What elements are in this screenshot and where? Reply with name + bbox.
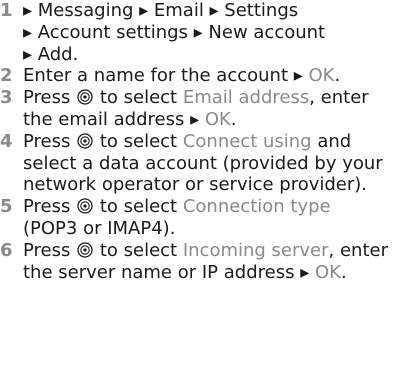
step-number: 4 — [0, 130, 13, 152]
navigation-key-icon — [77, 198, 93, 214]
menu-option-label: Email address — [182, 87, 310, 109]
step-text: to select — [94, 130, 183, 152]
menu-path-line: ▸ Messaging ▸ Email ▸ Settings — [23, 0, 299, 21]
step-text: . — [334, 65, 341, 87]
menu-path-line: ▸ Add. — [23, 43, 79, 65]
step-1: 1 ▸ Messaging ▸ Email ▸ Settings ▸ Accou… — [0, 0, 389, 65]
softkey-label: OK — [204, 108, 231, 130]
step-text: Press — [23, 130, 77, 152]
step-4: 4 Press to select Connect using and sele… — [0, 131, 389, 196]
navigation-key-icon — [77, 89, 93, 105]
step-text: to select — [94, 239, 183, 261]
step-number: 2 — [0, 65, 13, 87]
step-text: Press — [23, 239, 77, 261]
navigation-key-icon — [77, 242, 93, 258]
step-6: 6 Press to select Incoming server, enter… — [0, 240, 389, 284]
menu-path-line: ▸ Account settings ▸ New account — [23, 21, 326, 43]
step-number: 6 — [0, 239, 13, 261]
navigation-key-icon — [77, 133, 93, 149]
step-number: 1 — [0, 0, 13, 21]
menu-option-label: Connect using — [182, 130, 312, 152]
menu-option-label: Incoming server — [182, 239, 329, 261]
step-text: to select — [94, 87, 183, 109]
step-3: 3 Press to select Email address, enter t… — [0, 87, 389, 131]
step-number: 5 — [0, 196, 13, 218]
step-text: . — [340, 261, 347, 283]
step-text: to select — [94, 196, 183, 218]
step-text: Press — [23, 87, 77, 109]
softkey-label: OK — [308, 65, 335, 87]
step-text: Press — [23, 196, 77, 218]
step-number: 3 — [0, 87, 13, 109]
softkey-label: OK — [314, 261, 341, 283]
instruction-page: 1 ▸ Messaging ▸ Email ▸ Settings ▸ Accou… — [0, 0, 393, 374]
steps-list: 1 ▸ Messaging ▸ Email ▸ Settings ▸ Accou… — [0, 0, 389, 283]
step-text: (POP3 or IMAP4). — [23, 217, 176, 239]
step-2: 2 Enter a name for the account ▸ OK. — [0, 65, 389, 87]
step-5: 5 Press to select Connection type (POP3 … — [0, 196, 389, 240]
step-text: . — [230, 108, 237, 130]
menu-option-label: Connection type — [182, 196, 331, 218]
step-text: Enter a name for the account ▸ — [23, 65, 309, 87]
